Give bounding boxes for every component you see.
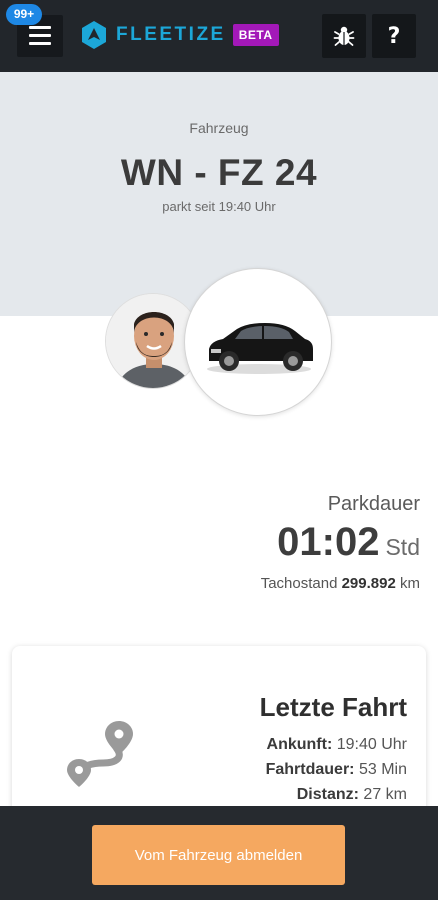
help-button[interactable]: ? (372, 14, 416, 58)
help-icon: ? (387, 23, 401, 49)
odometer-unit: km (400, 575, 420, 592)
distance-label: Distanz: (296, 786, 359, 803)
trip-duration-label: Fahrtdauer: (265, 761, 355, 778)
odometer-label: Tachostand (260, 575, 338, 592)
parking-duration-label: Parkdauer (327, 493, 420, 515)
parking-duration-unit: Std (385, 534, 420, 560)
license-plate: WN - FZ 24 (120, 152, 318, 193)
last-trip-title: Letzte Fahrt (259, 692, 407, 722)
bug-icon (333, 26, 355, 46)
vehicle-image[interactable] (184, 268, 332, 416)
distance-row: Distanz: 27 km (297, 786, 407, 804)
logo-icon (82, 21, 106, 49)
arrival-row: Ankunft: 19:40 Uhr (267, 736, 407, 754)
distance-value: 27 km (363, 786, 407, 803)
arrival-value: 19:40 Uhr (336, 736, 407, 753)
logo-text: FLEETIZE (116, 24, 226, 45)
odometer-value: 299.892 (341, 575, 396, 592)
odometer: Tachostand 299.892 km (261, 575, 420, 592)
top-header: 99+ FLEETIZE BETA ? (0, 0, 438, 72)
parking-duration-value: 01:02 (277, 520, 380, 564)
car-picture (207, 323, 313, 374)
bug-report-button[interactable] (322, 14, 366, 58)
route-icon (67, 721, 133, 787)
trip-duration-row: Fahrtdauer: 53 Min (266, 761, 407, 779)
app-logo: FLEETIZE BETA (80, 18, 279, 52)
beta-badge: BETA (232, 24, 279, 46)
bottom-action-bar: Vom Fahrzeug abmelden (0, 806, 438, 900)
arrival-label: Ankunft: (266, 736, 333, 753)
vehicle-label: Fahrzeug (189, 120, 249, 136)
parking-duration: 01:02 Std (277, 520, 420, 565)
trip-duration-value: 53 Min (358, 761, 407, 778)
notification-badge[interactable]: 99+ (6, 4, 42, 25)
vehicle-logout-button[interactable]: Vom Fahrzeug abmelden (92, 825, 345, 885)
parking-status: parkt seit 19:40 Uhr (162, 199, 276, 214)
